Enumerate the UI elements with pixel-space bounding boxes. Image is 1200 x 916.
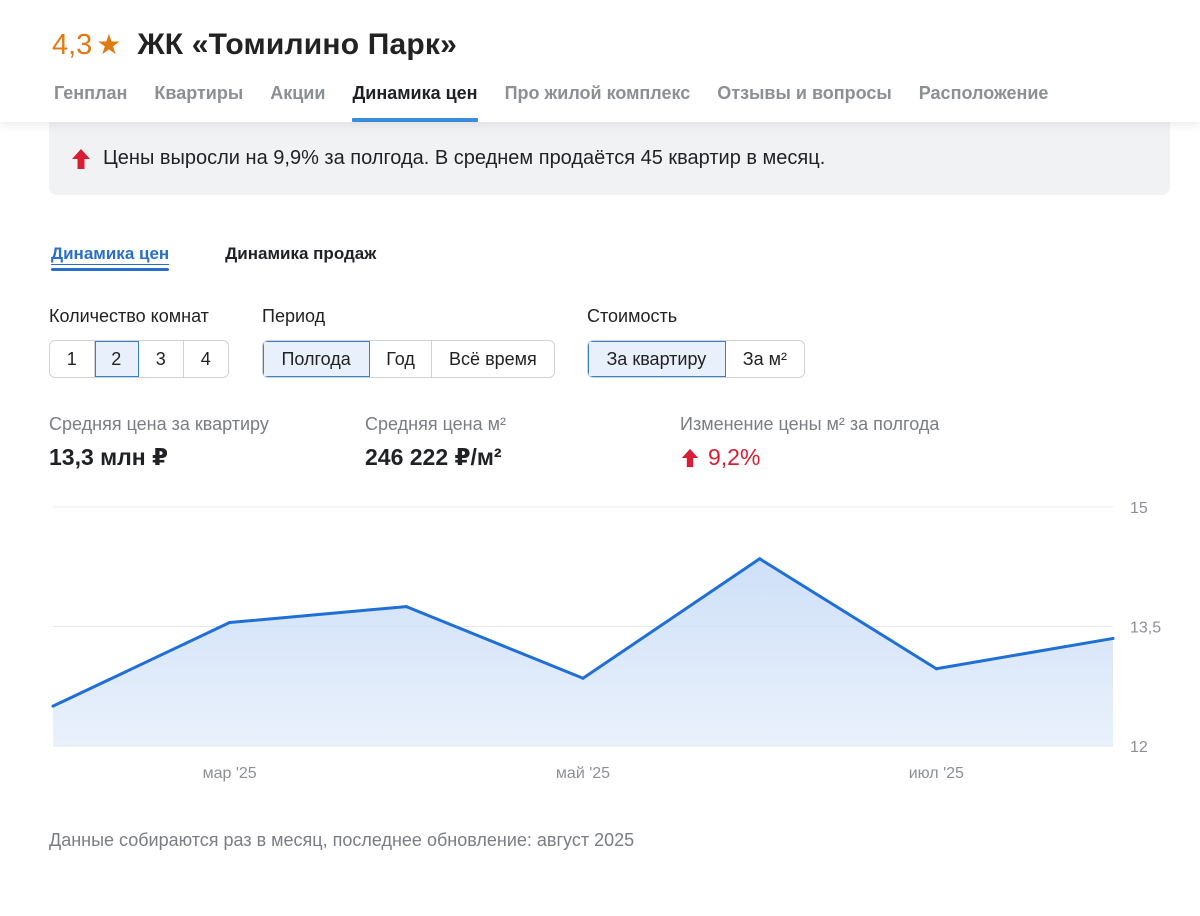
nav-item-location[interactable]: Расположение <box>919 83 1049 122</box>
x-tick-label: май '25 <box>556 765 610 782</box>
rooms-option-1[interactable]: 1 <box>50 341 95 377</box>
rooms-filter: Количество комнат 1 2 3 4 <box>49 306 229 378</box>
price-point <box>1111 636 1115 640</box>
section-nav: Генплан Квартиры Акции Динамика цен Про … <box>54 83 1075 122</box>
nav-item-about-complex[interactable]: Про жилой комплекс <box>505 83 691 122</box>
update-note: Данные собираются раз в месяц, последнее… <box>49 830 635 850</box>
banner-text: Цены выросли на 9,9% за полгода. В средн… <box>103 147 826 169</box>
nav-item-reviews[interactable]: Отзывы и вопросы <box>717 83 891 122</box>
tab-price-dynamics[interactable]: Динамика цен <box>51 244 170 271</box>
rooms-option-4[interactable]: 4 <box>184 341 228 377</box>
price-point <box>228 621 232 625</box>
rooms-filter-label: Количество комнат <box>49 306 209 326</box>
tab-sales-dynamics[interactable]: Динамика продаж <box>225 244 376 268</box>
rooms-option-3[interactable]: 3 <box>139 341 184 377</box>
rooms-option-2[interactable]: 2 <box>94 341 139 377</box>
cost-option-per-apartment[interactable]: За квартиру <box>588 341 726 377</box>
cost-option-per-sqm[interactable]: За м² <box>726 341 804 377</box>
x-tick-label: июл '25 <box>909 765 964 782</box>
period-segmented-control: Полгода Год Всё время <box>262 340 555 378</box>
stat-change-label: Изменение цены м² за полгода <box>680 414 940 434</box>
price-growth-banner: Цены выросли на 9,9% за полгода. В средн… <box>49 122 1170 195</box>
stat-avg-sqm-value: 246 222 ₽/м² <box>365 444 502 470</box>
cost-filter: Стоимость За квартиру За м² <box>587 306 805 378</box>
star-icon: ★ <box>96 29 122 60</box>
cost-filter-label: Стоимость <box>587 306 678 326</box>
nav-item-apartments[interactable]: Квартиры <box>154 83 243 122</box>
nav-item-promotions[interactable]: Акции <box>270 83 325 122</box>
stat-change-value-row: 9,2% <box>680 444 939 471</box>
price-point <box>758 557 762 561</box>
period-filter: Период Полгода Год Всё время <box>262 306 555 378</box>
stat-avg-price: Средняя цена за квартиру 13,3 млн ₽ <box>49 414 269 471</box>
arrow-up-icon <box>681 448 699 467</box>
stat-change-value: 9,2% <box>708 444 761 470</box>
arrow-up-icon <box>72 148 90 169</box>
price-area-fill <box>53 558 1113 746</box>
price-chart: 12 13,5 15 мар '25 май '25 июл '25 <box>51 500 1161 782</box>
x-tick-label: мар '25 <box>203 765 257 782</box>
y-tick-label: 12 <box>1130 739 1148 756</box>
stat-change: Изменение цены м² за полгода 9,2% <box>680 414 939 471</box>
period-option-year[interactable]: Год <box>370 341 432 377</box>
page-title: ЖК «Томилино Парк» <box>137 28 458 61</box>
price-point <box>51 704 55 708</box>
price-point <box>934 667 938 671</box>
period-filter-label: Период <box>262 306 326 326</box>
price-point <box>404 605 408 609</box>
stat-avg-sqm: Средняя цена м² 246 222 ₽/м² <box>365 414 506 471</box>
nav-item-price-dynamics[interactable]: Динамика цен <box>352 83 478 122</box>
stat-avg-sqm-label: Средняя цена м² <box>365 414 507 434</box>
y-tick-label: 13,5 <box>1130 620 1161 637</box>
rating-value: 4,3 <box>52 28 93 61</box>
stat-avg-price-value: 13,3 млн ₽ <box>49 444 169 470</box>
stat-avg-price-label: Средняя цена за квартиру <box>49 414 269 434</box>
chart-subtabs: Динамика цен Динамика продаж <box>51 244 432 271</box>
price-point <box>581 676 585 680</box>
nav-item-genplan[interactable]: Генплан <box>54 83 127 122</box>
rooms-segmented-control: 1 2 3 4 <box>49 340 229 378</box>
period-option-halfyear[interactable]: Полгода <box>263 341 371 377</box>
cost-segmented-control: За квартиру За м² <box>587 340 805 378</box>
period-option-all-time[interactable]: Всё время <box>432 341 554 377</box>
title-row: 4,3 ★ ЖК «Томилино Парк» <box>52 28 457 62</box>
page-header: 4,3 ★ ЖК «Томилино Парк» Генплан Квартир… <box>0 0 1200 122</box>
y-tick-label: 15 <box>1130 500 1148 517</box>
